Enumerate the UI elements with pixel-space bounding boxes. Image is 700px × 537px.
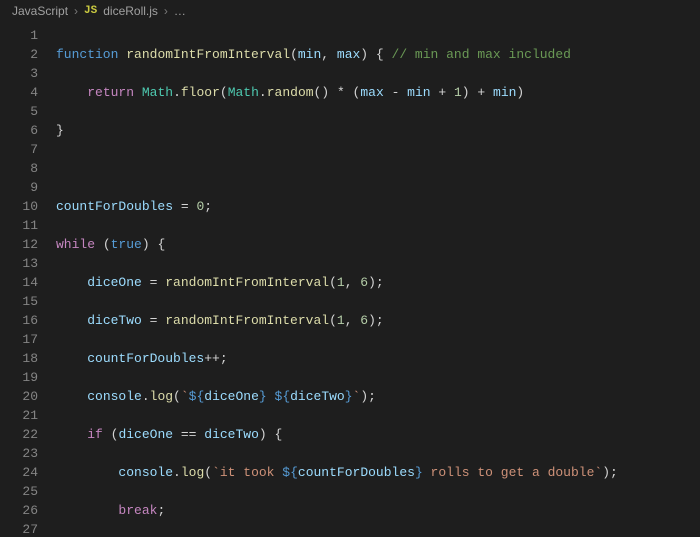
line-number: 18 (0, 349, 38, 368)
line-number: 26 (0, 501, 38, 520)
line-number: 19 (0, 368, 38, 387)
line-number: 12 (0, 235, 38, 254)
line-number: 14 (0, 273, 38, 292)
line-number: 22 (0, 425, 38, 444)
code-line[interactable] (56, 159, 618, 178)
line-number-gutter: 1 2 3 4 5 6 7 8 9 10 11 12 13 14 15 16 1… (0, 22, 52, 537)
line-number: 9 (0, 178, 38, 197)
line-number: 13 (0, 254, 38, 273)
code-line[interactable]: console.log(`${diceOne} ${diceTwo}`); (56, 387, 618, 406)
line-number: 20 (0, 387, 38, 406)
line-number: 11 (0, 216, 38, 235)
breadcrumb-folder[interactable]: JavaScript (12, 4, 68, 18)
code-editor[interactable]: 1 2 3 4 5 6 7 8 9 10 11 12 13 14 15 16 1… (0, 22, 700, 537)
code-line[interactable]: function randomIntFromInterval(min, max)… (56, 45, 618, 64)
line-number: 27 (0, 520, 38, 537)
code-area[interactable]: function randomIntFromInterval(min, max)… (52, 22, 618, 537)
line-number: 7 (0, 140, 38, 159)
code-line[interactable]: while (true) { (56, 235, 618, 254)
line-number: 5 (0, 102, 38, 121)
line-number: 3 (0, 64, 38, 83)
code-line[interactable]: countForDoubles++; (56, 349, 618, 368)
code-line[interactable]: if (diceOne == diceTwo) { (56, 425, 618, 444)
breadcrumb-file[interactable]: diceRoll.js (103, 4, 158, 18)
code-line[interactable]: break; (56, 501, 618, 520)
code-line[interactable]: console.log(`it took ${countForDoubles} … (56, 463, 618, 482)
line-number: 2 (0, 45, 38, 64)
breadcrumb-more[interactable]: … (174, 4, 186, 18)
line-number: 8 (0, 159, 38, 178)
line-number: 4 (0, 83, 38, 102)
line-number: 24 (0, 463, 38, 482)
code-line[interactable]: countForDoubles = 0; (56, 197, 618, 216)
line-number: 1 (0, 26, 38, 45)
code-line[interactable]: diceTwo = randomIntFromInterval(1, 6); (56, 311, 618, 330)
code-line[interactable]: diceOne = randomIntFromInterval(1, 6); (56, 273, 618, 292)
breadcrumb[interactable]: JavaScript › JS diceRoll.js › … (0, 0, 700, 22)
code-line[interactable]: return Math.floor(Math.random() * (max -… (56, 83, 618, 102)
line-number: 25 (0, 482, 38, 501)
line-number: 23 (0, 444, 38, 463)
code-line[interactable]: } (56, 121, 618, 140)
chevron-right-icon: › (74, 4, 78, 18)
line-number: 15 (0, 292, 38, 311)
chevron-right-icon: › (164, 4, 168, 18)
line-number: 17 (0, 330, 38, 349)
js-file-icon: JS (84, 5, 97, 17)
line-number: 6 (0, 121, 38, 140)
line-number: 10 (0, 197, 38, 216)
line-number: 16 (0, 311, 38, 330)
line-number: 21 (0, 406, 38, 425)
